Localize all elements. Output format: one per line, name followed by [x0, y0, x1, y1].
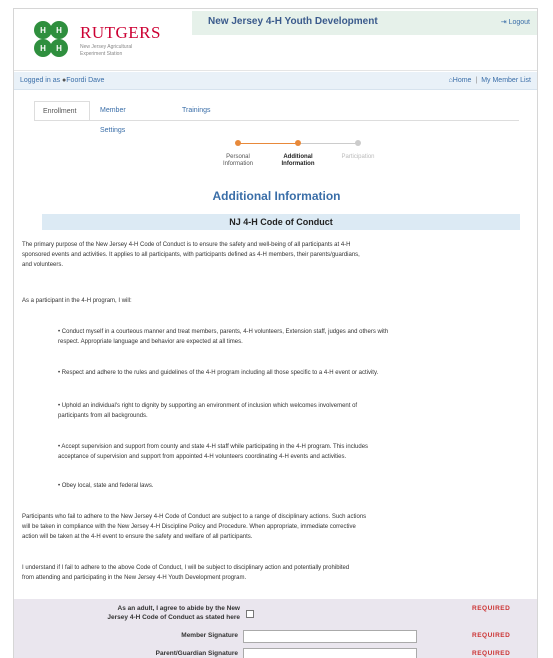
member-signature-label: Member Signature	[181, 632, 238, 639]
consequence-paragraph: Participants who fail to adhere to the N…	[22, 512, 530, 542]
understand-line1: I understand if I fail to adhere to the …	[22, 565, 350, 571]
stepper-line-done	[238, 143, 298, 144]
understand-paragraph: I understand if I fail to adhere to the …	[22, 563, 530, 583]
brand: RUTGERS New Jersey Agricultural Experime…	[80, 23, 161, 57]
step-additional-line2: Information	[281, 161, 315, 167]
step-additional: Additional Information	[273, 154, 323, 168]
intro-line1: The primary purpose of the New Jersey 4-…	[22, 242, 351, 248]
progress-stepper: Personal Information Additional Informat…	[213, 134, 375, 184]
agree-label-line1: As an adult, I agree to abide by the New	[117, 605, 240, 612]
intro-paragraph: The primary purpose of the New Jersey 4-…	[22, 240, 530, 270]
user-bar: Logged in as ●Foordi Dave ⌂Home | My Mem…	[14, 72, 537, 90]
home-link[interactable]: ⌂Home	[449, 77, 472, 84]
consequence-line2: will be taken in compliance with the New…	[22, 524, 356, 530]
user-nav: ⌂Home | My Member List	[449, 77, 531, 84]
svg-text:H: H	[40, 44, 46, 53]
logged-in-status: Logged in as ●Foordi Dave	[20, 77, 104, 84]
step-dot-additional	[295, 140, 301, 146]
site-title: New Jersey 4-H Youth Development	[208, 16, 378, 27]
parent-signature-input[interactable]	[243, 648, 417, 658]
understand-line2: from attending and participating in the …	[22, 575, 247, 581]
tab-trainings[interactable]: Trainings	[174, 101, 219, 121]
agree-label-line2: Jersey 4-H Code of Conduct as stated her…	[107, 614, 240, 621]
nav-separator: |	[475, 77, 478, 84]
step-participation-line1: Participation	[341, 154, 375, 160]
code-of-conduct-heading: NJ 4-H Code of Conduct	[42, 214, 520, 230]
tab-divider	[34, 120, 519, 121]
parent-signature-required-badge: REQUIRED	[472, 650, 511, 657]
step-personal[interactable]: Personal Information	[213, 154, 263, 168]
bullet-3-line1: • Uphold an individual's right to dignit…	[58, 403, 358, 409]
bullet-4-line1: • Accept supervision and support from co…	[58, 444, 369, 450]
bullet-1-line1: • Conduct myself in a courteous manner a…	[58, 329, 389, 335]
brand-name: RUTGERS	[80, 23, 161, 42]
step-dot-participation	[355, 140, 361, 146]
logout-link[interactable]: ⇥ Logout	[501, 18, 530, 26]
tab-enrollment[interactable]: Enrollment	[34, 101, 90, 121]
member-list-link[interactable]: My Member List	[481, 77, 531, 84]
step-dot-personal	[235, 140, 241, 146]
parent-signature-label: Parent/Guardian Signature	[155, 650, 238, 657]
pledge-bullet: • Conduct myself in a courteous manner a…	[58, 327, 528, 347]
consequence-line1: Participants who fail to adhere to the N…	[22, 514, 367, 520]
four-leaf-clover-icon[interactable]: H H H H	[26, 17, 76, 63]
pledge-intro: As a participant in the 4-H program, I w…	[22, 298, 132, 304]
stepper-line-todo	[298, 143, 358, 144]
consequence-line3: action will be taken at the 4-H event to…	[22, 534, 253, 540]
page-title: Additional Information	[212, 189, 341, 203]
site-header: H H H H RUTGERS New Jersey Agricultural …	[14, 9, 537, 71]
agree-required-badge: REQUIRED	[472, 605, 511, 612]
member-signature-required-badge: REQUIRED	[472, 632, 511, 639]
agree-checkbox[interactable]	[246, 610, 254, 618]
brand-subtitle-line1: New Jersey Agricultural	[80, 44, 133, 50]
brand-subtitle-line2: Experiment Station	[80, 51, 123, 57]
logged-in-prefix: Logged in as	[20, 77, 61, 84]
pledge-bullet: • Uphold an individual's right to dignit…	[58, 401, 528, 421]
pledge-bullet: • Obey local, state and federal laws.	[58, 481, 528, 491]
logout-label: Logout	[508, 19, 530, 26]
step-participation: Participation	[333, 154, 383, 161]
bullet-2-line1: • Respect and adhere to the rules and gu…	[58, 370, 379, 376]
home-label: Home	[452, 77, 472, 84]
pledge-bullet: • Respect and adhere to the rules and gu…	[58, 368, 528, 378]
member-signature-input[interactable]	[243, 630, 417, 643]
tab-member-settings[interactable]: Member Settings	[92, 101, 134, 134]
intro-line3: and volunteers.	[22, 262, 64, 268]
agree-label: As an adult, I agree to abide by the New…	[54, 604, 240, 622]
svg-text:H: H	[56, 26, 62, 35]
title-bar: New Jersey 4-H Youth Development ⇥ Logou…	[192, 11, 537, 35]
svg-text:H: H	[56, 44, 62, 53]
page-frame: H H H H RUTGERS New Jersey Agricultural …	[13, 8, 538, 658]
pledge-bullet: • Accept supervision and support from co…	[58, 442, 528, 462]
step-additional-line1: Additional	[283, 154, 313, 160]
bullet-5-line1: • Obey local, state and federal laws.	[58, 483, 154, 489]
logout-icon: ⇥	[500, 19, 507, 26]
intro-line2: sponsored events and activities. It appl…	[22, 252, 360, 258]
step-personal-line1: Personal	[226, 154, 250, 160]
consent-section: As an adult, I agree to abide by the New…	[14, 599, 537, 658]
bullet-1-line2: respect. Appropriate language and behavi…	[58, 339, 243, 345]
step-personal-line2: Information	[222, 161, 253, 167]
svg-text:H: H	[40, 26, 46, 35]
user-name-link[interactable]: Foordi Dave	[66, 77, 104, 84]
bullet-3-line2: participants from all backgrounds.	[58, 413, 148, 419]
bullet-4-line2: acceptance of supervision and support fr…	[58, 454, 347, 460]
